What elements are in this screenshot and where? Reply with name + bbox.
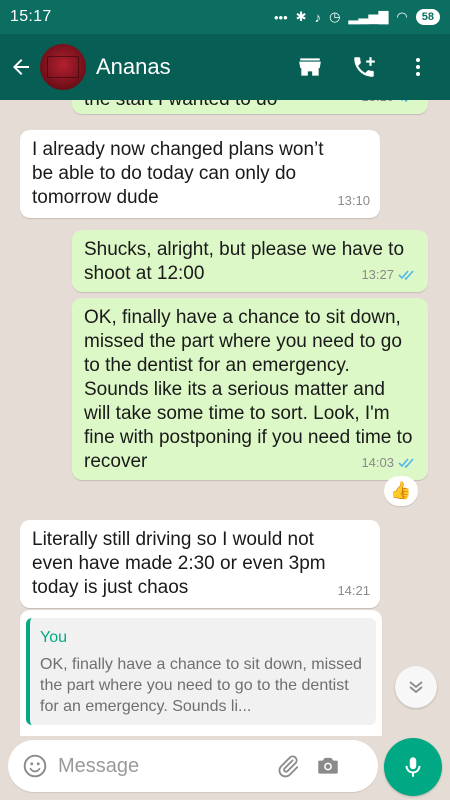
- back-arrow-icon: [13, 59, 29, 75]
- camera-icon: [318, 757, 338, 774]
- attach-button[interactable]: [268, 740, 308, 792]
- quoted-message[interactable]: You OK, finally have a chance to sit dow…: [26, 618, 376, 725]
- read-ticks-icon: [398, 458, 414, 469]
- mic-icon: [405, 757, 421, 777]
- dots-icon: •••: [274, 9, 288, 25]
- reaction-badge[interactable]: 👍: [384, 476, 418, 506]
- message-text: I already now changed plans won’t be abl…: [32, 139, 324, 208]
- status-time: 15:17: [10, 8, 52, 25]
- add-call-icon: [354, 57, 375, 77]
- chat-area[interactable]: the start I wanted to do 13:10 I already…: [0, 100, 450, 736]
- store-icon: [299, 58, 321, 76]
- more-vert-icon: [416, 58, 420, 76]
- call-button[interactable]: [344, 47, 384, 87]
- message-time: 14:21: [337, 583, 370, 598]
- message-bubble-outgoing[interactable]: OK, finally have a chance to sit down, m…: [72, 298, 428, 480]
- menu-button[interactable]: [398, 47, 438, 87]
- contact-name[interactable]: Ananas: [96, 54, 290, 80]
- quoted-author: You: [40, 629, 67, 646]
- back-button[interactable]: [2, 34, 40, 100]
- message-text: I will only know tomorrow what time: [26, 725, 376, 736]
- message-input-container: [8, 740, 378, 792]
- message-time: 14:03: [361, 455, 394, 470]
- signal-icon: ▂▃▅▇: [348, 9, 389, 24]
- avatar-image: [47, 56, 79, 78]
- message-bubble-incoming-reply[interactable]: You OK, finally have a chance to sit dow…: [20, 610, 382, 736]
- chat-header: Ananas: [0, 34, 450, 100]
- alarm-icon: ◷: [329, 9, 341, 24]
- message-text: Shucks, alright, but please we have to s…: [84, 239, 405, 284]
- avatar[interactable]: [40, 44, 86, 90]
- bluetooth-icon: ✱: [295, 9, 307, 24]
- mute-icon: ♪: [314, 9, 322, 25]
- message-input[interactable]: [58, 754, 268, 778]
- message-bubble-incoming[interactable]: I already now changed plans won’t be abl…: [20, 130, 380, 218]
- scroll-to-bottom-button[interactable]: [395, 666, 437, 708]
- message-bubble-incoming[interactable]: Literally still driving so I would not e…: [20, 520, 380, 608]
- message-text: Literally still driving so I would not e…: [32, 529, 326, 598]
- message-bubble-outgoing[interactable]: Shucks, alright, but please we have to s…: [72, 230, 428, 292]
- attach-icon: [278, 755, 299, 778]
- quoted-text: OK, finally have a chance to sit down, m…: [40, 656, 362, 715]
- message-time: 13:10: [337, 193, 370, 208]
- emoji-icon: [23, 754, 47, 778]
- emoji-button[interactable]: [12, 740, 58, 792]
- catalog-button[interactable]: [290, 47, 330, 87]
- read-ticks-icon: [400, 100, 408, 103]
- battery-icon: 58: [415, 9, 440, 25]
- thumbs-up-icon: 👍: [390, 481, 412, 500]
- message-bubble-outgoing[interactable]: the start I wanted to do 13:10: [72, 100, 428, 114]
- message-time: 13:10: [361, 100, 394, 109]
- status-bar: 15:17 ••• ✱ ♪ ◷ ▂▃▅▇ ◠ 58: [0, 0, 450, 34]
- read-ticks-icon: [398, 270, 414, 281]
- camera-button[interactable]: [308, 740, 348, 792]
- composer: [0, 736, 450, 800]
- voice-message-button[interactable]: [384, 738, 442, 796]
- status-icons: ••• ✱ ♪ ◷ ▂▃▅▇ ◠ 58: [274, 9, 440, 25]
- chevron-down-icon: [409, 681, 423, 694]
- wifi-icon: ◠: [396, 9, 408, 24]
- message-text: OK, finally have a chance to sit down, m…: [84, 307, 413, 472]
- message-time: 13:27: [361, 267, 394, 282]
